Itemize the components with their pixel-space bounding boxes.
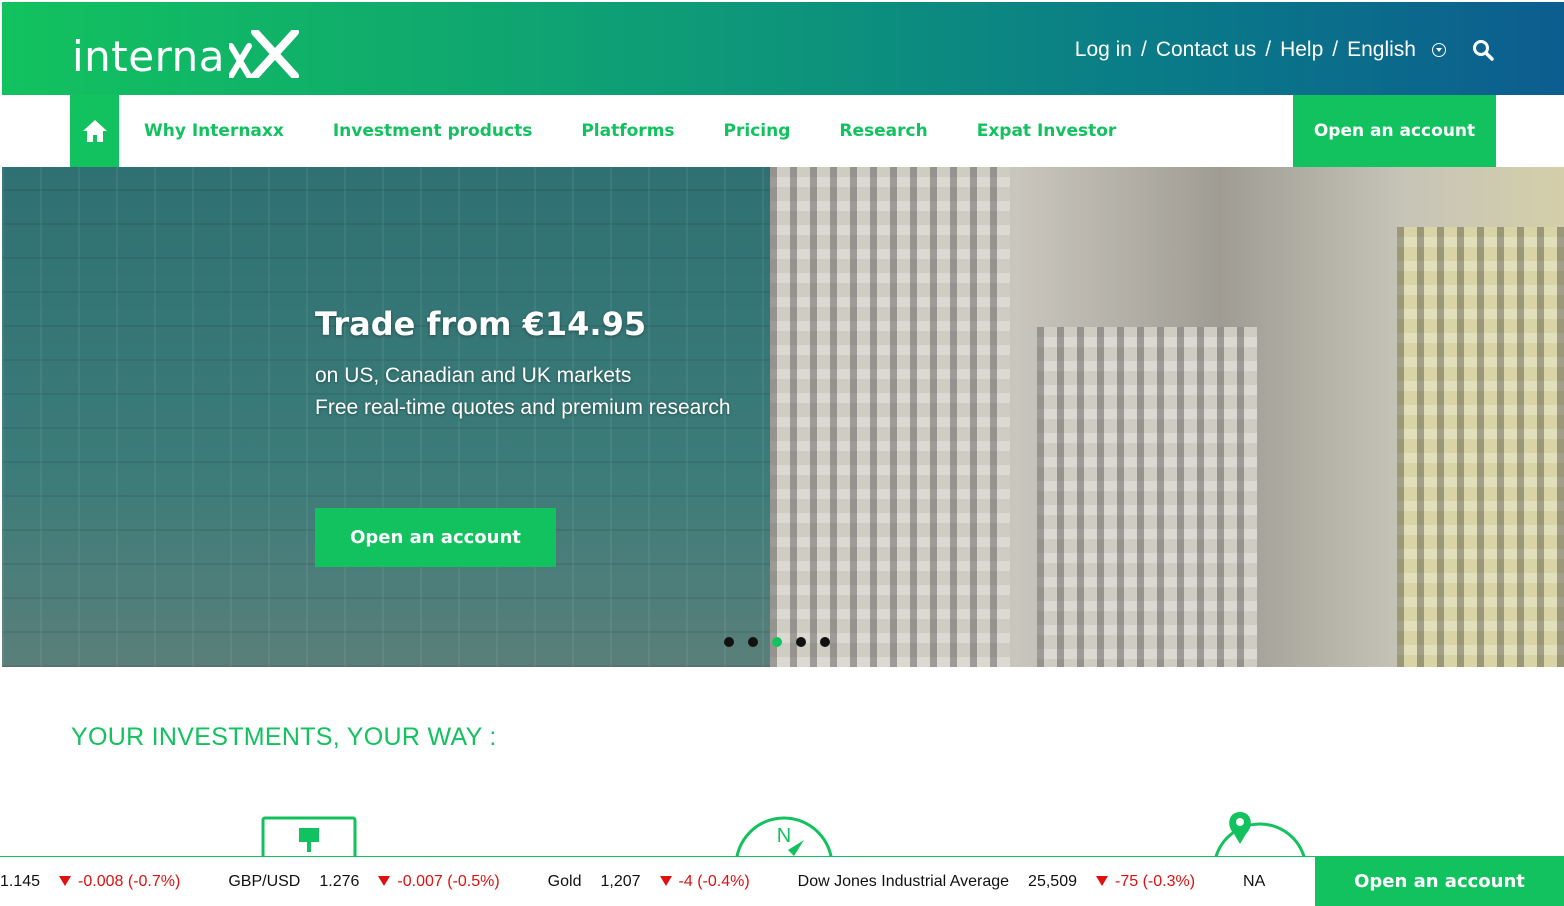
- top-links: Log in / Contact us / Help / English: [1075, 38, 1494, 62]
- nav-research[interactable]: Research: [839, 121, 927, 141]
- nav-investment-products[interactable]: Investment products: [333, 121, 533, 141]
- ticker-item-change: -75 (-0.3%): [1095, 873, 1196, 891]
- ticker-change-value: -75: [1114, 873, 1139, 890]
- nav-open-account-button[interactable]: Open an account: [1293, 95, 1496, 167]
- ticker-change-value: -0.007: [397, 873, 443, 890]
- down-arrow-icon: [659, 876, 672, 886]
- internaxx-logo[interactable]: interna: [72, 24, 299, 78]
- ticker-item-value: 25,509: [1028, 873, 1077, 890]
- ticker-item[interactable]: NA: [1243, 873, 1284, 891]
- ticker-item-value: 1.145: [0, 873, 41, 890]
- hero-building: [1037, 327, 1257, 667]
- ticker-item[interactable]: GBP/USD 1.276 -0.007 (-0.5%): [228, 873, 499, 891]
- language-dropdown-icon[interactable]: [1432, 43, 1446, 57]
- ticker-item-change: -4 (-0.4%): [659, 873, 750, 891]
- ticker-change-value: -4: [678, 873, 693, 890]
- top-header: interna Log in / Contact us / Help / Eng…: [2, 2, 1564, 95]
- contact-link[interactable]: Contact us: [1156, 38, 1256, 62]
- nav-why-internaxx[interactable]: Why Internaxx: [144, 121, 284, 141]
- ticker-item-name: Dow Jones Industrial Average: [797, 873, 1010, 890]
- ticker-item-change: -0.008 (-0.7%): [59, 873, 180, 891]
- nav-expat-investor[interactable]: Expat Investor: [977, 121, 1117, 141]
- logo-xx-mark: [228, 30, 299, 78]
- carousel-dot-active[interactable]: [772, 637, 782, 647]
- down-arrow-icon: [1095, 876, 1108, 886]
- home-icon: [82, 120, 107, 142]
- hero-open-account-button[interactable]: Open an account: [315, 508, 556, 567]
- hero-building: [770, 167, 1010, 667]
- hero-building: [1397, 227, 1564, 667]
- link-separator: /: [1265, 38, 1272, 61]
- carousel-dots: [724, 637, 844, 647]
- help-link[interactable]: Help: [1280, 38, 1323, 62]
- nav-pricing[interactable]: Pricing: [724, 121, 791, 141]
- down-arrow-icon: [59, 876, 72, 886]
- main-nav: Why Internaxx Investment products Platfo…: [0, 95, 1564, 167]
- hero-banner: Trade from €14.95 on US, Canadian and UK…: [2, 167, 1564, 667]
- carousel-dot[interactable]: [820, 637, 830, 647]
- carousel-dot[interactable]: [796, 637, 806, 647]
- login-link[interactable]: Log in: [1075, 38, 1132, 62]
- hero-subtitle: on US, Canadian and UK markets Free real…: [315, 360, 731, 424]
- language-link[interactable]: English: [1347, 38, 1416, 62]
- ticker-item-value: 1,207: [600, 873, 641, 890]
- ticker-change-percent: (-0.7%): [127, 873, 181, 890]
- ticker-item[interactable]: 1.145 -0.008 (-0.7%): [0, 873, 180, 891]
- compass-icon: N: [735, 816, 833, 858]
- ticker-item-value: 1.276: [319, 873, 360, 890]
- link-separator: /: [1332, 38, 1339, 61]
- home-button[interactable]: [70, 95, 119, 167]
- ticker-change-value: -0.008: [78, 873, 124, 890]
- ticker-item-change: -0.007 (-0.5%): [378, 873, 500, 891]
- svg-text:N: N: [777, 825, 791, 847]
- ticker-item-name: Gold: [547, 873, 582, 890]
- link-separator: /: [1140, 38, 1147, 61]
- screen-icon: [261, 816, 357, 858]
- ticker-change-percent: (-0.3%): [1142, 873, 1196, 890]
- search-icon[interactable]: [1472, 39, 1494, 61]
- hero-subtitle-line: on US, Canadian and UK markets: [315, 364, 632, 387]
- nav-platforms[interactable]: Platforms: [581, 121, 674, 141]
- carousel-dot[interactable]: [748, 637, 758, 647]
- globe-pin-icon: [1214, 812, 1306, 858]
- ticker-item-name: NA: [1243, 873, 1266, 890]
- down-arrow-icon: [378, 876, 391, 886]
- hero-subtitle-line: Free real-time quotes and premium resear…: [315, 396, 731, 419]
- carousel-dot[interactable]: [724, 637, 734, 647]
- section-title: YOUR INVESTMENTS, YOUR WAY :: [71, 723, 497, 751]
- ticker-item[interactable]: Dow Jones Industrial Average 25,509 -75 (-…: [798, 873, 1195, 891]
- ticker-item-name: GBP/USD: [228, 873, 301, 890]
- ticker-open-account-button[interactable]: Open an account: [1315, 857, 1564, 906]
- ticker-change-percent: (-0.5%): [447, 873, 500, 890]
- ticker-item[interactable]: Gold 1,207 -4 (-0.4%): [548, 873, 750, 891]
- logo-wordmark: interna: [72, 32, 225, 81]
- hero-title: Trade from €14.95: [315, 305, 647, 343]
- ticker-change-percent: (-0.4%): [697, 873, 750, 890]
